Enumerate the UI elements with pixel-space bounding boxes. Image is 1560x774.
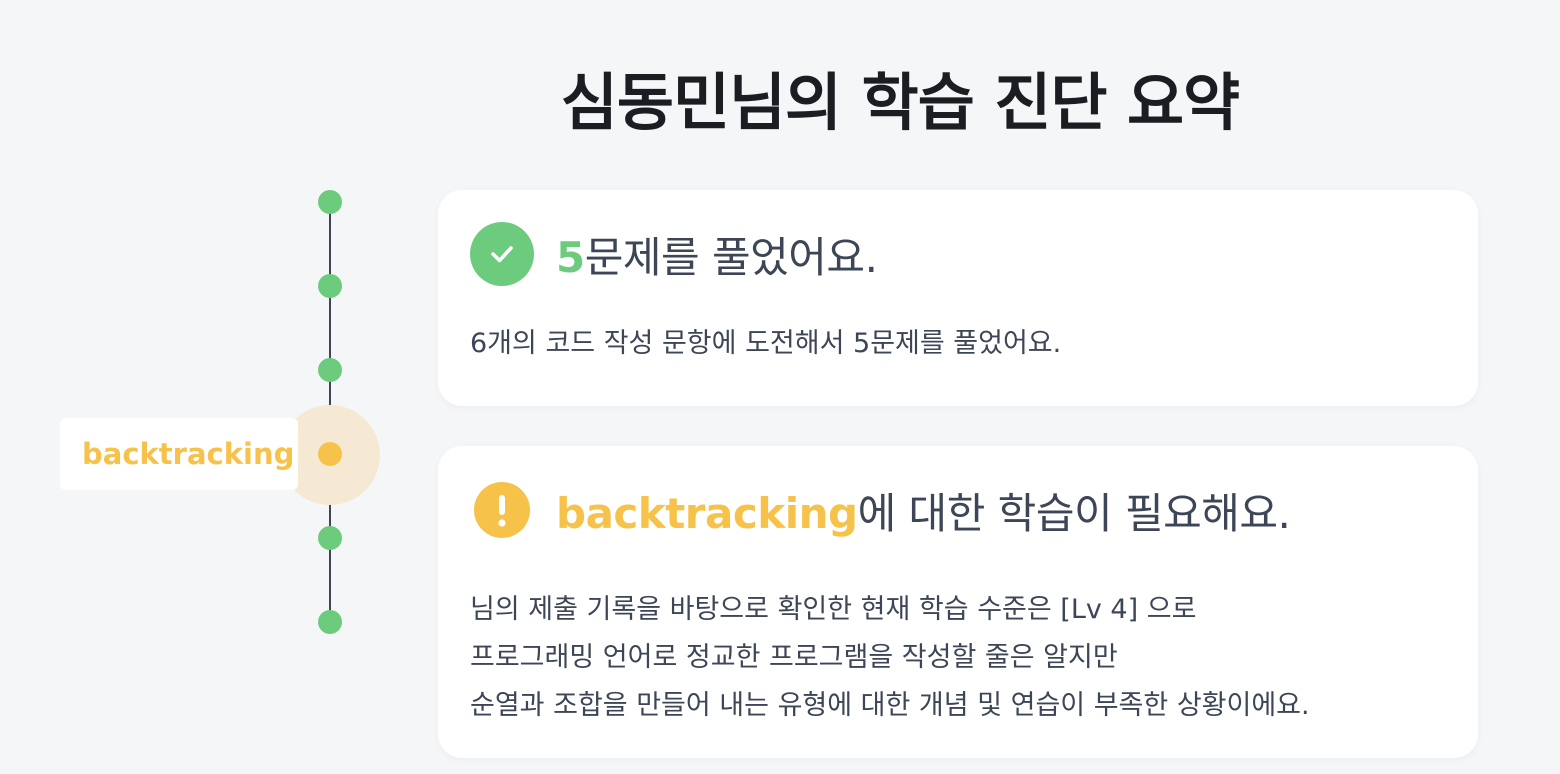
exclamation-icon	[474, 482, 530, 538]
weakness-description-line: 순열과 조합을 만들어 내는 유형에 대한 개념 및 연습이 부족한 상황이에요…	[470, 690, 1310, 721]
solved-card-header: 5문제를 풀었어요.	[470, 222, 1478, 286]
solved-heading-suffix: 문제를 풀었어요.	[584, 232, 878, 282]
solved-card-description: 6개의 코드 작성 문항에 도전해서 5문제를 풀었어요.	[470, 320, 1478, 368]
timeline-dot-done[interactable]	[318, 526, 342, 550]
solved-summary-card: 5문제를 풀었어요. 6개의 코드 작성 문항에 도전해서 5문제를 풀었어요.	[438, 190, 1478, 406]
solved-description-text: 6개의 코드 작성 문항에 도전해서 5문제를 풀었어요.	[470, 328, 1062, 359]
weakness-heading-suffix: 에 대한 학습이 필요해요.	[857, 488, 1291, 538]
timeline-dot-done[interactable]	[318, 610, 342, 634]
weakness-description-line: 프로그래밍 언어로 정교한 프로그램을 작성할 줄은 알지만	[470, 642, 1118, 673]
weakness-card-header: backtracking에 대한 학습이 필요해요.	[470, 478, 1478, 542]
timeline-dot-done[interactable]	[318, 358, 342, 382]
weakness-summary-card: backtracking에 대한 학습이 필요해요. 님의 제출 기록을 바탕으…	[438, 446, 1478, 758]
weakness-card-heading: backtracking에 대한 학습이 필요해요.	[556, 480, 1291, 541]
check-icon	[470, 222, 534, 286]
solved-card-heading: 5문제를 풀었어요.	[556, 224, 878, 285]
check-icon-glyph	[491, 246, 513, 263]
timeline-dot-done[interactable]	[318, 190, 342, 214]
timeline-active-label: backtracking	[60, 418, 298, 490]
timeline-dot-active[interactable]	[318, 442, 342, 466]
progress-timeline: backtracking	[0, 0, 420, 774]
weakness-topic: backtracking	[556, 488, 858, 538]
weakness-description-line: 님의 제출 기록을 바탕으로 확인한 현재 학습 수준은 [Lv 4] 으로	[470, 594, 1197, 625]
weakness-card-description: 님의 제출 기록을 바탕으로 확인한 현재 학습 수준은 [Lv 4] 으로 프…	[470, 586, 1478, 730]
timeline-dot-done[interactable]	[318, 274, 342, 298]
exclamation-icon-glyph	[498, 495, 506, 527]
solved-count: 5	[556, 232, 585, 282]
